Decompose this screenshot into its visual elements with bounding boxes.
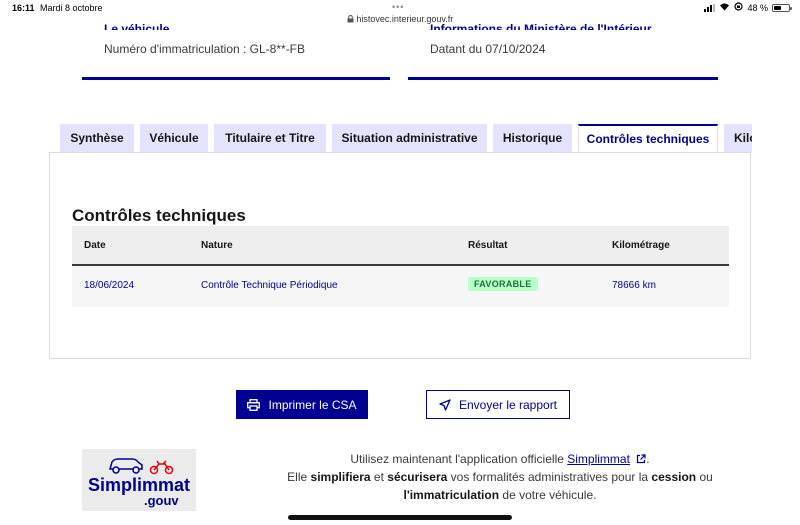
cellular-signal-icon	[704, 3, 716, 12]
cell-nature: Contrôle Technique Périodique	[201, 280, 338, 291]
data-date: Datant du 07/10/2024	[430, 42, 546, 56]
promo-text: Utilisez maintenant l'application offici…	[350, 452, 564, 466]
inspection-table: Date Nature Résultat Kilométrage 18/06/2…	[72, 226, 729, 307]
promo-line-2: Elle simplifiera et sécurisera vos forma…	[250, 468, 750, 486]
external-link-icon[interactable]	[636, 454, 646, 464]
tab-vehicule[interactable]: Véhicule	[140, 124, 208, 152]
ministry-card: Informations du Ministère de l'Intérieur…	[408, 22, 718, 80]
print-label: Imprimer le CSA	[268, 397, 357, 412]
tab-titulaire[interactable]: Titulaire et Titre	[214, 124, 326, 152]
col-resultat: Résultat	[468, 240, 508, 251]
promo-line-1: Utilisez maintenant l'application offici…	[250, 450, 750, 468]
promo-emphasis: sécurisera	[387, 470, 448, 484]
cell-km: 78666 km	[612, 280, 656, 291]
ministry-card-title: Informations du Ministère de l'Intérieur	[430, 22, 652, 30]
more-dots-icon[interactable]: •••	[392, 2, 404, 12]
promo-text: de votre véhicule.	[502, 488, 597, 502]
status-bar: 16:11 Mardi 8 octobre ••• 48 % histovec.…	[0, 0, 800, 24]
promo-period: .	[646, 452, 650, 466]
promo-text: vos formalités administratives pour la	[450, 470, 649, 484]
tab-situation[interactable]: Situation administrative	[332, 124, 487, 152]
status-date: Mardi 8 octobre	[40, 3, 103, 13]
print-csa-button[interactable]: Imprimer le CSA	[236, 390, 368, 419]
table-header: Date Nature Résultat Kilométrage	[72, 226, 729, 266]
status-time: 16:11	[12, 3, 35, 13]
vehicle-card-title: Le véhicule	[104, 22, 170, 30]
promo-emphasis: simplifiera	[310, 470, 371, 484]
tab-controles[interactable]: Contrôles techniques	[578, 124, 718, 153]
col-date: Date	[84, 240, 106, 251]
tab-kilometrage[interactable]: Kilométrage	[724, 124, 752, 152]
logo-gouv: .gouv	[144, 493, 179, 508]
col-kilometrage: Kilométrage	[612, 240, 670, 251]
result-badge: FAVORABLE	[468, 277, 538, 291]
promo-text: et	[373, 470, 384, 484]
printer-icon	[247, 398, 261, 411]
tab-panel: Contrôles techniques Date Nature Résulta…	[49, 152, 751, 359]
lock-icon	[347, 15, 354, 23]
cell-date: 18/06/2024	[84, 280, 135, 291]
orientation-lock-icon	[734, 2, 744, 13]
tab-synthese[interactable]: Synthèse	[60, 124, 134, 152]
simplimmat-logo[interactable]: Simplimmat .gouv	[82, 449, 196, 511]
battery-percent: 48 %	[747, 2, 768, 13]
promo-emphasis: cession	[651, 470, 697, 484]
col-nature: Nature	[201, 240, 233, 251]
send-label: Envoyer le rapport	[458, 397, 558, 412]
promo-text: Elle	[287, 470, 308, 484]
simplimmat-promo: Utilisez maintenant l'application offici…	[250, 450, 750, 504]
vehicle-card: Le véhicule Numéro d'immatriculation : G…	[82, 22, 390, 80]
registration-number: Numéro d'immatriculation : GL-8**-FB	[104, 42, 306, 56]
send-report-button[interactable]: Envoyer le rapport	[426, 390, 570, 419]
status-indicators: 48 %	[704, 2, 792, 13]
section-title: Contrôles techniques	[72, 206, 246, 225]
home-indicator[interactable]	[288, 515, 512, 520]
report-tabs: Synthèse Véhicule Titulaire et Titre Sit…	[60, 124, 752, 153]
send-icon	[439, 398, 451, 411]
promo-text: ou	[699, 470, 713, 484]
wifi-icon	[719, 2, 730, 13]
battery-icon	[772, 3, 792, 12]
promo-emphasis: l'immatriculation	[403, 488, 500, 502]
tab-historique[interactable]: Historique	[493, 124, 572, 152]
simplimmat-link[interactable]: Simplimmat	[567, 452, 630, 466]
promo-line-3: l'immatriculation de votre véhicule.	[250, 486, 750, 504]
table-row: 18/06/2024 Contrôle Technique Périodique…	[72, 266, 729, 307]
car-motorbike-icon	[109, 458, 174, 475]
